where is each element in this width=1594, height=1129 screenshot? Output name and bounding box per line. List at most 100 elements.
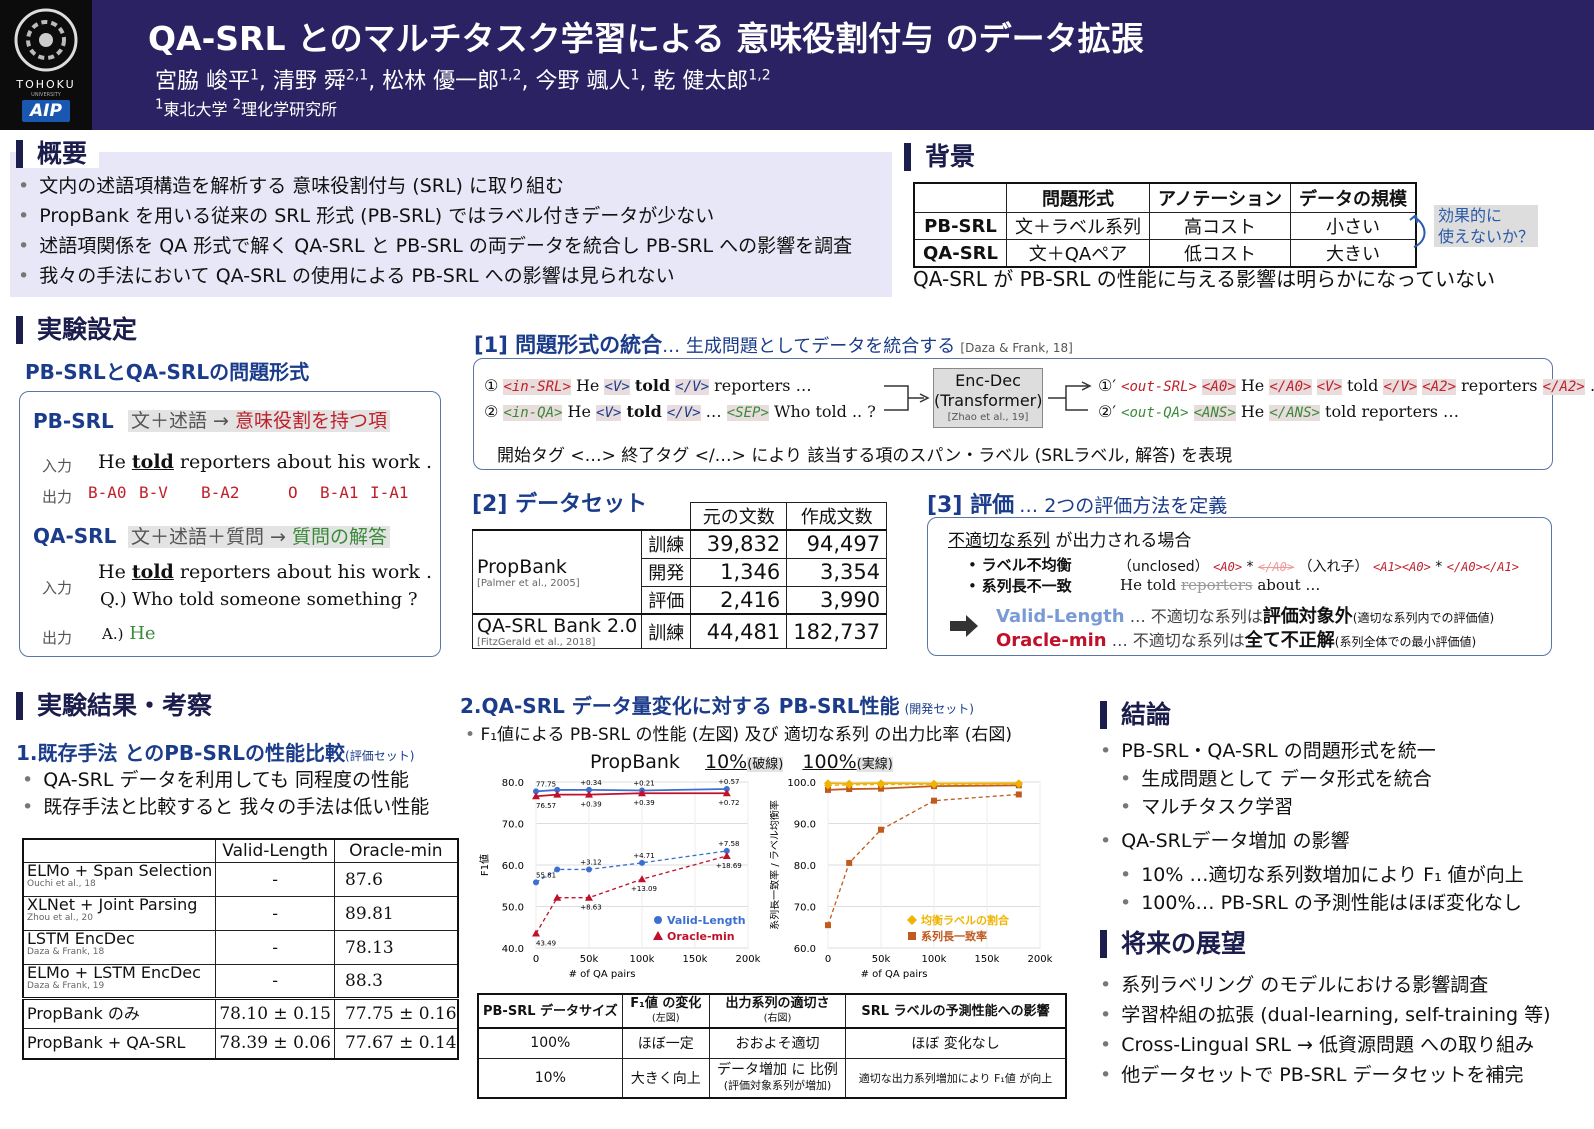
data-point: [846, 859, 853, 866]
valid-length-definition: Valid-Length … 不適切な系列は評価対象外(適切な系列内での評価値): [996, 606, 1495, 627]
summary-cell: 100%: [477, 1027, 623, 1059]
integration-heading: [1] 問題形式の統合… 生成問題としてデータを統合する [Daza & Fra…: [474, 333, 1073, 357]
pb-format: 文＋述語 → 意味役割を持つ項: [128, 406, 391, 433]
summary-col-header: F₁値 の変化 (左図): [621, 993, 710, 1029]
curved-arrow-icon: [1409, 215, 1426, 248]
logo-text: TOHOKU: [16, 78, 76, 91]
y-tick-label: 80.0: [794, 861, 816, 872]
input-sequence-2: ② <in-QA> He <V> told </V> … <SEP> Who t…: [484, 402, 876, 421]
arrow-right-icon: [950, 615, 978, 637]
future-list: 系列ラベリング のモデルにおける影響調査学習枠組の拡張 (dual-learni…: [1100, 970, 1551, 1090]
sentence-word: He: [98, 451, 126, 473]
length-mismatch-example: He told reporters about …: [1120, 576, 1321, 594]
empty-cell: [642, 503, 691, 531]
results-valid-length: -: [215, 930, 336, 965]
pb-output-tag: I-A1: [370, 483, 409, 502]
qa-output-label: 出力: [42, 629, 73, 647]
results-oracle-min: 88.3: [334, 964, 459, 999]
poster-title: QA-SRL とのマルチタスク学習による 意味役割付与 のデータ拡張: [148, 19, 1144, 58]
overview-list: 文内の述語項構造を解析する 意味役割付与 (SRL) に取り組むPropBank…: [18, 171, 852, 291]
chart-legend-header: PropBank 10%(破線) 100%(実線): [590, 751, 893, 773]
dataset-cell: 訓練: [641, 529, 692, 559]
background-col-header: [913, 182, 1007, 213]
merge-arrow-icon: [884, 385, 930, 411]
overview-item: 述語項関係を QA 形式で解く QA-SRL と PB-SRL の両データを統合…: [18, 231, 852, 261]
data-point: [931, 797, 937, 804]
sentence-word: reporters: [179, 451, 271, 473]
setup-heading: 実験設定: [16, 316, 137, 344]
enc-dec-model: Enc-Dec (Transformer) [Zhao et al., 19]: [933, 368, 1043, 428]
data-label: +0.57: [718, 778, 739, 786]
data-label: +0.72: [718, 799, 739, 807]
conclusion-item: 生成問題として データ形式を統合: [1100, 765, 1524, 793]
background-conclusion: QA-SRL が PB-SRL の性能に与える影響は明らかになっていない: [913, 267, 1496, 291]
y-tick-label: 90.0: [794, 820, 816, 831]
x-tick-label: 0: [533, 954, 539, 965]
pb-output-tag: B-V: [139, 483, 168, 502]
results-method: ELMo + LSTM EncDec Daza & Frank, 19: [22, 964, 217, 999]
author-name: 清野 舜: [272, 69, 346, 94]
results-valid-length: -: [215, 896, 336, 931]
summary-cell: 適切な出力系列増加により F₁値 が向上: [845, 1057, 1067, 1099]
y-axis-label: F1値: [478, 854, 491, 876]
results-oracle-min: 87.6: [334, 862, 459, 897]
data-label: +0.39: [580, 801, 601, 809]
overview-item: 文内の述語項構造を解析する 意味役割付与 (SRL) に取り組む: [18, 171, 852, 201]
overview-item: 我々の手法において QA-SRL の使用による PB-SRL への影響は見られな…: [18, 261, 852, 291]
qa-format: 文＋述語＋質問 → 質問の解答: [128, 522, 391, 549]
dataset-cell: 94,497: [786, 529, 888, 559]
results-bullet: QA-SRL データを利用しても 同程度の性能: [22, 767, 429, 794]
results-method: ELMo + Span Selection Ouchi et al., 18: [22, 862, 217, 897]
data-label: +7.58: [718, 840, 739, 848]
dataset-cell: 39,832: [690, 529, 788, 559]
future-item: 系列ラベリング のモデルにおける影響調査: [1100, 970, 1551, 1000]
pb-input-label: 入力: [42, 457, 73, 475]
results-bullets: QA-SRL データを利用しても 同程度の性能既存手法と比較すると 我々の手法は…: [22, 767, 429, 821]
conclusion-list: PB-SRL・QA-SRL の問題形式を統一生成問題として データ形式を統合マル…: [1100, 737, 1524, 917]
author-name: 乾 健太郎: [653, 69, 749, 94]
x-tick-label: 150k: [975, 954, 1000, 965]
summary-cell: ほぼ一定: [621, 1027, 710, 1059]
x-tick-label: 150k: [683, 954, 708, 965]
qa-question: Q.) Who told someone something ?: [100, 589, 418, 610]
aip-logo: AIP: [30, 101, 62, 121]
background-col-header: データの規模: [1290, 182, 1417, 213]
evaluation-case: 不適切な系列 が出力される場合: [948, 531, 1192, 551]
results-method: PropBank + QA-SRL: [22, 1028, 217, 1059]
results-oracle-min: 78.13: [334, 930, 459, 965]
background-note: 効果的に 使えないか？: [1434, 205, 1539, 247]
sentence-word: his: [337, 451, 366, 473]
background-cell: 文＋ラベル系列: [1006, 212, 1150, 240]
affiliations: 1東北大学 2理化学研究所: [155, 97, 338, 119]
future-item: Cross-Lingual SRL → 低資源問題 への取り組み: [1100, 1030, 1551, 1060]
author-name: 宮脇 峻平: [155, 69, 250, 94]
data-label: 43.49: [536, 940, 556, 948]
data-label: +0.21: [633, 779, 654, 787]
summary-col-header: SRL ラベルの予測性能への影響: [845, 993, 1067, 1029]
author-affil: 2,1: [345, 67, 369, 84]
summary-col-header: 出力系列の適切さ (右図): [708, 993, 847, 1029]
qa-srl-label: QA-SRL: [33, 524, 117, 548]
data-label: +8.63: [580, 904, 601, 912]
summary-cell: 大きく向上: [621, 1057, 710, 1099]
overview-item: PropBank を用いる従来の SRL 形式 (PB-SRL) ではラベル付き…: [18, 201, 852, 231]
data-point: [825, 922, 831, 929]
future-item: 学習枠組の拡張 (dual-learning, self-training 等): [1100, 1000, 1550, 1030]
sentence-word: .: [426, 561, 433, 583]
results-col-header: Oracle-min: [334, 838, 459, 863]
dataset-cell: 評価: [641, 585, 692, 615]
conclusion-item: 100%… PB-SRL の予測性能はほぼ変化なし: [1100, 889, 1524, 917]
y-tick-label: 100.0: [787, 778, 816, 789]
dataset-col-header: 元の文数: [690, 502, 788, 531]
conclusion-item: 10% …適切な系列数増加により F₁ 値が向上: [1100, 861, 1524, 889]
y-tick-label: 70.0: [502, 820, 524, 831]
summary-col-header: PB-SRL データサイズ: [477, 993, 623, 1029]
pb-output-tag: O: [288, 483, 298, 502]
sentence-word: about: [276, 451, 332, 473]
pb-srl-label: PB-SRL: [33, 409, 114, 433]
conclusion-item: マルチタスク学習: [1100, 793, 1524, 821]
y-tick-label: 50.0: [502, 903, 524, 914]
legend-label: 均衡ラベルの割合: [921, 913, 1010, 927]
author-affil: 1,2: [499, 67, 522, 84]
author-name: 松林 優一郎: [382, 69, 500, 94]
